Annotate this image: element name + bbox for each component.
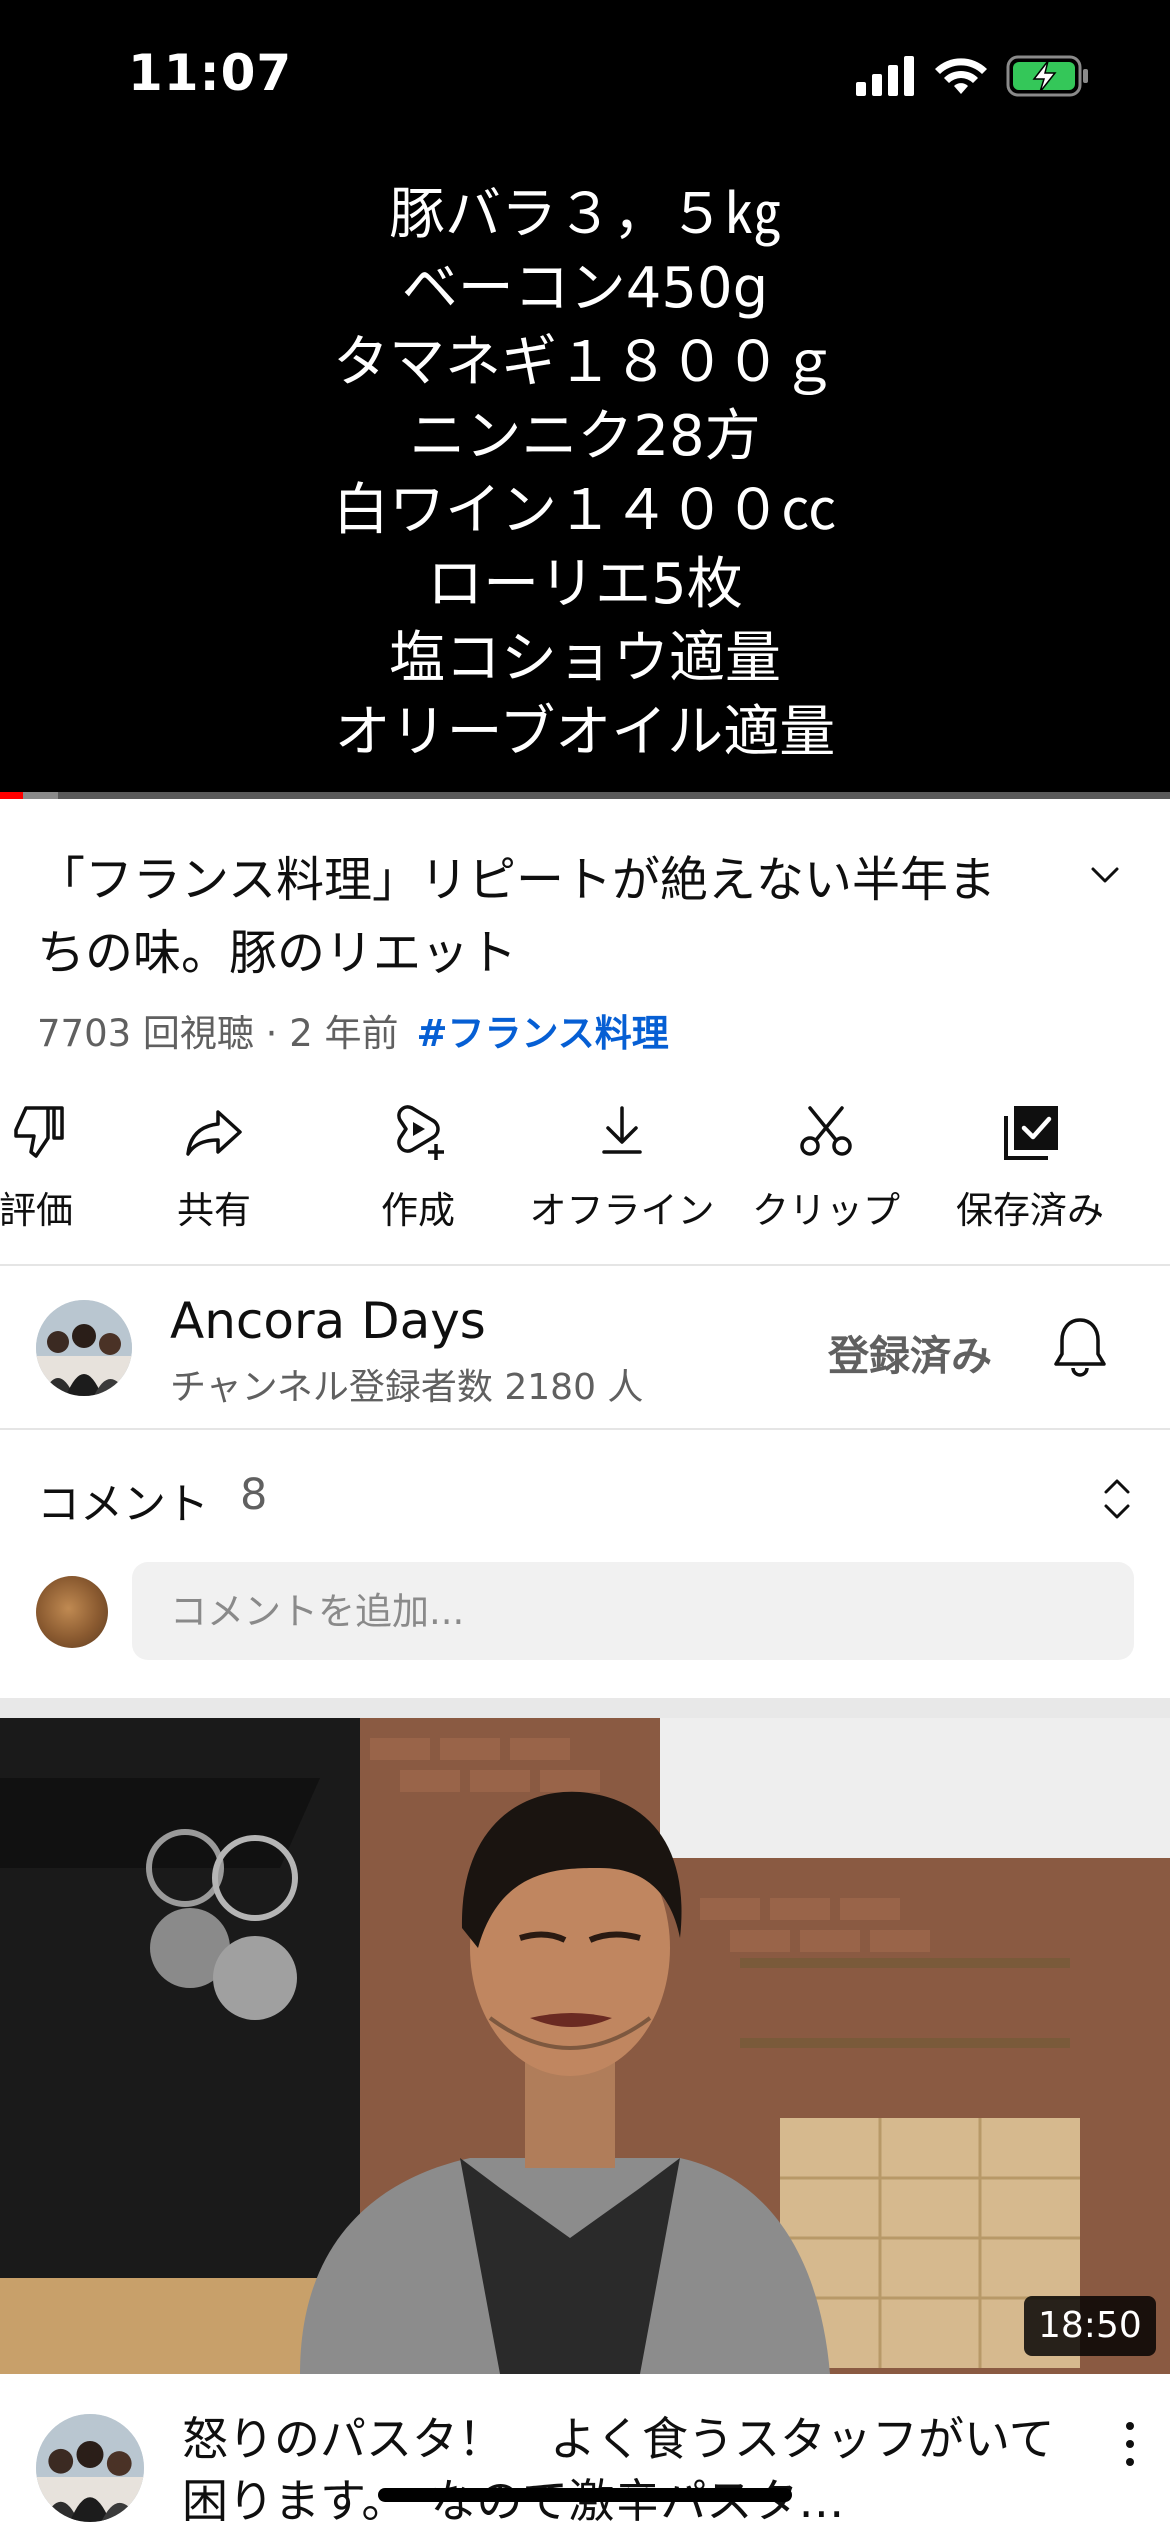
progress-played [0,792,24,799]
recipe-line: ニンニク28方 [409,404,761,469]
video-title[interactable]: 「フランス料理」リピートが絶えない半年まちの味。豚のリエット [37,844,1017,990]
recipe-line: ベーコン450g [401,256,769,321]
channel-avatar[interactable] [36,1300,132,1396]
next-video-thumbnail[interactable] [0,1718,1170,2374]
saved-icon [1004,1106,1058,1160]
view-count-age: 7703 回視聴 · 2 年前 [37,1012,399,1055]
home-indicator[interactable] [378,2488,792,2502]
recipe-line: オリーブオイル適量 [334,700,836,765]
battery-charging-icon [1006,55,1088,97]
recipe-line: 豚バラ３，５㎏ [389,182,781,247]
video-meta: 7703 回視聴 · 2 年前 #フランス料理 [37,1003,669,1057]
clip-button[interactable]: クリップ [726,1100,926,1232]
section-separator [0,1698,1170,1718]
divider [0,1428,1170,1430]
recipe-line: 塩コショウ適量 [389,626,781,691]
recipe-line: タマネギ１８００ｇ [333,330,837,395]
video-duration-badge: 18:50 [1024,2296,1156,2356]
create-label: 作成 [381,1189,455,1232]
notification-bell-icon[interactable] [1052,1316,1108,1378]
share-label: 共有 [177,1189,251,1232]
offline-label: オフライン [529,1189,715,1232]
cellular-signal-icon [856,56,914,96]
share-icon [186,1110,242,1156]
recipe-overlay: 豚バラ３，５㎏ ベーコン450g タマネギ１８００ｇ ニンニク28方 白ワイン１… [0,178,1170,770]
status-icons [856,54,1090,98]
kitchen-scene-image [0,1718,1170,2374]
offline-download-button[interactable]: オフライン [522,1100,722,1232]
group-photo-icon [36,1300,132,1396]
user-avatar [36,1576,108,1648]
wifi-icon [935,58,987,94]
comments-label[interactable]: コメント [37,1470,209,1532]
next-video-channel-avatar[interactable] [36,2414,144,2522]
create-icon [397,1105,444,1160]
channel-name[interactable]: Ancora Days [170,1292,486,1350]
status-bar: 11:07 [0,0,1170,150]
expand-collapse-icon[interactable] [1100,1474,1134,1524]
status-time: 11:07 [128,44,293,102]
progress-bar[interactable] [0,792,1170,799]
subscribed-button[interactable]: 登録済み [828,1322,992,1382]
video-watch-page: 11:07 豚バラ３，５㎏ ベーコン450g タマネギ１８００ｇ ニンニク28方… [0,0,1170,2532]
group-photo-icon [36,2414,144,2522]
clip-icon [800,1106,852,1156]
download-icon [602,1106,642,1154]
progress-buffered [23,792,59,799]
recipe-line: ローリエ5枚 [427,552,743,617]
saved-label: 保存済み [956,1189,1104,1232]
clip-label: クリップ [752,1189,900,1232]
chevron-down-icon[interactable] [1085,860,1125,890]
share-button[interactable]: 共有 [114,1100,314,1232]
next-video-title[interactable]: 怒りのパスタ！ よく食うスタッフがいて困ります。 なので激辛パスタ… [182,2408,1062,2532]
comment-input[interactable] [132,1562,1134,1660]
create-button[interactable]: 作成 [318,1100,518,1232]
recipe-line: 白ワイン１４００㏄ [333,478,837,543]
save-button[interactable]: 保存済み [930,1100,1130,1232]
hashtag-link[interactable]: #フランス料理 [417,1012,669,1055]
thumbs-down-icon [14,1106,64,1158]
comments-count: 8 [240,1470,268,1520]
subscriber-count: チャンネル登録者数 2180 人 [170,1367,644,1408]
divider [0,1264,1170,1266]
more-vert-icon[interactable] [1122,2420,1138,2468]
action-row: 評価 共有 作成 オフライン クリップ 保存済み [0,1100,1170,1232]
video-player[interactable]: 11:07 豚バラ３，５㎏ ベーコン450g タマネギ１８００ｇ ニンニク28方… [0,0,1170,799]
